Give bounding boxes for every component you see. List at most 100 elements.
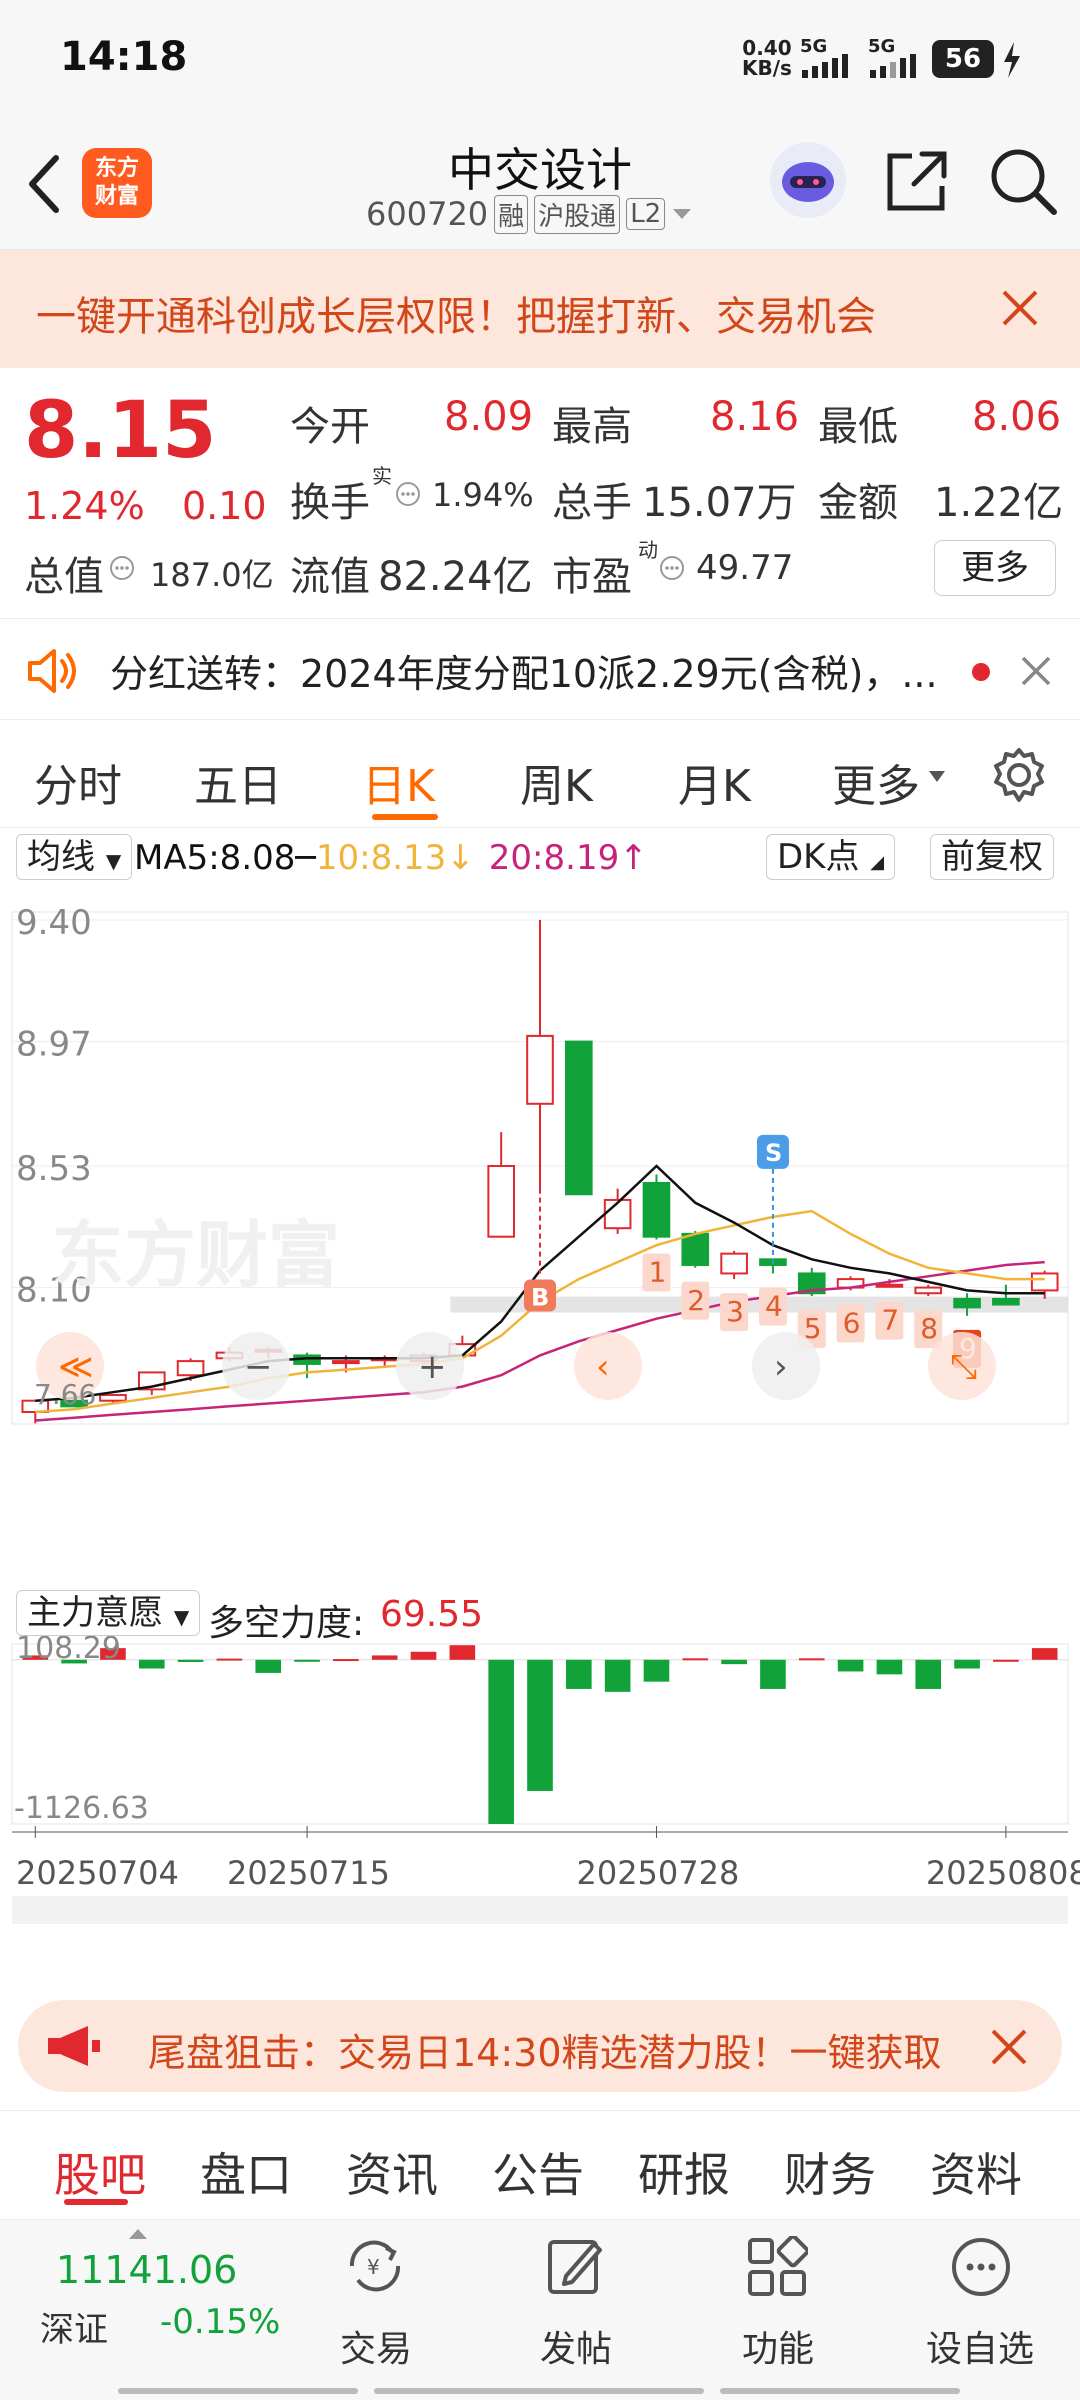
stock-name: 中交设计 bbox=[448, 143, 632, 197]
promo-strip[interactable]: 尾盘狙击：交易日14:30精选潜力股！一键获取 bbox=[18, 2000, 1062, 2092]
info-icon[interactable] bbox=[658, 554, 686, 582]
more-button[interactable]: 更多 bbox=[934, 540, 1056, 596]
share-icon[interactable] bbox=[884, 148, 950, 214]
kline-chart-area: 均线 ▼ MA5:8.08 ─ 10:8.13 ↓ 20:8.19 ↑ DK点 ◢ 前… bbox=[0, 828, 1080, 1978]
turnover-value: 1.94% bbox=[432, 476, 534, 514]
sub-bar bbox=[643, 1659, 670, 1682]
promo-banner[interactable]: 一键开通科创成长层权限！把握打新、交易机会 bbox=[0, 250, 1080, 368]
tab-monthly-k[interactable]: 月K bbox=[678, 750, 751, 814]
tab-financials[interactable]: 财务 bbox=[784, 2139, 876, 2205]
connect-badge: 沪股通 bbox=[534, 194, 621, 234]
sub-bar bbox=[760, 1659, 786, 1689]
tab-guba[interactable]: 股吧 bbox=[54, 2139, 146, 2205]
open-value: 8.09 bbox=[444, 394, 534, 440]
total-value: 187.0亿 bbox=[150, 556, 274, 594]
gear-icon[interactable] bbox=[990, 746, 1048, 804]
robot-icon bbox=[782, 162, 834, 202]
countdown-label: 4 bbox=[765, 1289, 783, 1322]
close-icon[interactable] bbox=[1020, 655, 1052, 687]
date-label: 20250704 bbox=[16, 1854, 179, 1892]
banner-text: 一键开通科创成长层权限！把握打新、交易机会 bbox=[36, 294, 876, 340]
tab-research[interactable]: 研报 bbox=[638, 2139, 730, 2205]
expand-up-icon[interactable] bbox=[128, 2228, 148, 2240]
search-icon[interactable] bbox=[988, 146, 1058, 216]
candle-body bbox=[99, 1394, 127, 1402]
low-label: 最低 bbox=[818, 404, 898, 450]
content-tabs: 股吧 盘口 资讯 公告 研报 财务 资料 bbox=[0, 2110, 1080, 2220]
add-watchlist-icon[interactable] bbox=[950, 2236, 1012, 2298]
nav-features[interactable]: 功能 bbox=[708, 2320, 848, 2372]
countdown-label: 1 bbox=[648, 1256, 666, 1289]
close-icon[interactable] bbox=[1000, 288, 1040, 328]
adjust-button[interactable]: 前复权 bbox=[930, 834, 1054, 880]
float-value-label: 流值 bbox=[290, 554, 370, 600]
candle-body bbox=[642, 1181, 671, 1238]
tab-five-day[interactable]: 五日 bbox=[194, 750, 282, 814]
nav-post[interactable]: 发帖 bbox=[506, 2320, 646, 2372]
sub-bar bbox=[138, 1659, 165, 1669]
svg-text:¥: ¥ bbox=[367, 2255, 380, 2279]
buy-signal-text: B bbox=[531, 1283, 549, 1311]
sub-indicator-select[interactable]: 主力意愿 ▼ bbox=[16, 1590, 201, 1636]
post-icon[interactable] bbox=[544, 2234, 608, 2298]
turnover-sup: 实 bbox=[372, 464, 392, 488]
unread-dot bbox=[972, 663, 990, 681]
sub-bar bbox=[255, 1659, 282, 1673]
date-axis-scroll bbox=[12, 1896, 1068, 1924]
pe-value: 49.77 bbox=[696, 548, 794, 588]
ma-select[interactable]: 均线 ▼ bbox=[16, 834, 133, 880]
tab-daily-k[interactable]: 日K bbox=[362, 750, 435, 814]
sub-bar bbox=[294, 1659, 320, 1662]
battery-icon: 56 bbox=[932, 40, 994, 78]
countdown-label: 7 bbox=[881, 1304, 899, 1337]
dropdown-icon bbox=[673, 209, 692, 219]
robot-avatar[interactable] bbox=[770, 142, 846, 218]
tab-announcements[interactable]: 公告 bbox=[492, 2139, 584, 2205]
tab-more[interactable]: 更多 bbox=[832, 750, 920, 814]
low-value: 8.06 bbox=[972, 394, 1062, 440]
battery-level: 56 bbox=[944, 44, 982, 74]
close-icon[interactable] bbox=[990, 2028, 1028, 2066]
force-value: 69.55 bbox=[380, 1594, 484, 1635]
kline-chart[interactable]: 9.408.978.538.10东方财富BS123456789≪−+‹›⤡7.6… bbox=[0, 884, 1080, 1924]
sub-bar bbox=[721, 1659, 747, 1665]
active-tab-indicator bbox=[372, 814, 438, 820]
back-icon[interactable] bbox=[24, 154, 64, 214]
features-icon[interactable] bbox=[746, 2236, 808, 2298]
nav-trade[interactable]: 交易 bbox=[306, 2320, 446, 2372]
candle-body bbox=[953, 1297, 981, 1309]
tab-intraday[interactable]: 分时 bbox=[34, 750, 122, 814]
info-icon[interactable] bbox=[108, 554, 136, 582]
ma20-legend: 20:8.19 bbox=[488, 838, 620, 878]
status-time: 14:18 bbox=[60, 34, 188, 80]
tab-weekly-k[interactable]: 周K bbox=[520, 750, 593, 814]
dividend-notice[interactable]: 分红送转：2024年度分配10派2.29元(含税)，... bbox=[0, 618, 1080, 720]
index-value[interactable]: 11141.06 bbox=[56, 2248, 237, 2292]
status-bar: 14:18 0.40 KB/s 5G 5G 56 bbox=[0, 0, 1080, 120]
sub-indicator-label: 主力意愿 bbox=[27, 1593, 163, 1633]
chart-control-icon: ‹ bbox=[596, 1347, 610, 1387]
trade-icon[interactable]: ¥ bbox=[340, 2236, 410, 2296]
high-value: 8.16 bbox=[710, 394, 800, 440]
tab-news[interactable]: 资讯 bbox=[346, 2139, 438, 2205]
chart-control-icon: − bbox=[244, 1347, 273, 1387]
dk-point-button[interactable]: DK点 ◢ bbox=[766, 834, 896, 880]
index-change[interactable]: -0.15% bbox=[160, 2302, 280, 2342]
sub-tick-label: 108.29 bbox=[16, 1631, 121, 1666]
stock-code: 600720 bbox=[366, 195, 489, 233]
signal-icon bbox=[802, 54, 848, 78]
sub-bar bbox=[216, 1658, 243, 1661]
app-logo[interactable]: 东方 财富 bbox=[82, 148, 152, 218]
index-name[interactable]: 深证 bbox=[40, 2302, 108, 2351]
tab-profile[interactable]: 资料 bbox=[930, 2139, 1022, 2205]
sub-bar bbox=[410, 1651, 437, 1660]
force-label: 多空力度: bbox=[208, 1603, 365, 1644]
logo-text-line2: 财富 bbox=[94, 184, 139, 209]
stock-code-row[interactable]: 600720 融 沪股通 L2 bbox=[366, 194, 693, 234]
nav-add-watchlist[interactable]: 设自选 bbox=[910, 2320, 1050, 2372]
date-label: 20250715 bbox=[227, 1854, 390, 1892]
date-label: 20250808 bbox=[926, 1854, 1080, 1892]
down-arrow-icon: ↓ bbox=[446, 838, 475, 878]
tab-order-book[interactable]: 盘口 bbox=[200, 2139, 292, 2205]
info-icon[interactable] bbox=[394, 480, 422, 508]
